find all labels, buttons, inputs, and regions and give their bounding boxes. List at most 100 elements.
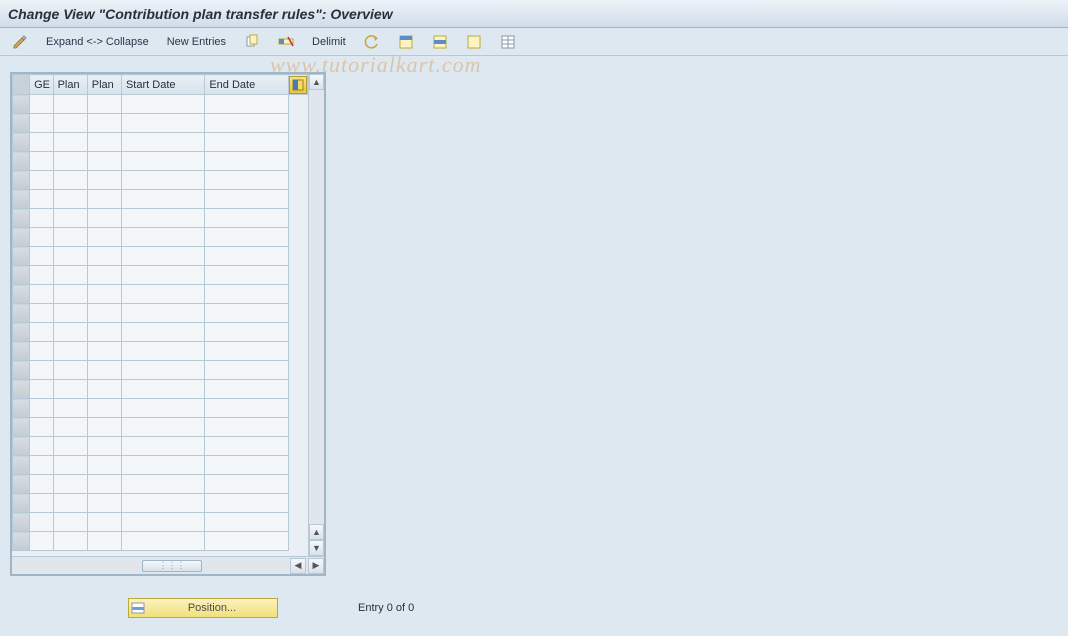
table-cell[interactable] bbox=[121, 171, 204, 190]
table-cell[interactable] bbox=[87, 342, 121, 361]
table-cell[interactable] bbox=[30, 361, 54, 380]
table-cell[interactable] bbox=[121, 209, 204, 228]
table-cell[interactable] bbox=[205, 475, 288, 494]
table-cell[interactable] bbox=[87, 247, 121, 266]
table-cell[interactable] bbox=[121, 456, 204, 475]
row-selector[interactable] bbox=[13, 494, 30, 513]
table-cell[interactable] bbox=[87, 228, 121, 247]
table-cell[interactable] bbox=[53, 342, 87, 361]
table-cell[interactable] bbox=[87, 266, 121, 285]
table-cell[interactable] bbox=[87, 171, 121, 190]
table-cell[interactable] bbox=[205, 247, 288, 266]
row-selector[interactable] bbox=[13, 95, 30, 114]
column-header-start-date[interactable]: Start Date bbox=[121, 75, 204, 95]
table-cell[interactable] bbox=[87, 532, 121, 551]
table-cell[interactable] bbox=[53, 399, 87, 418]
table-cell[interactable] bbox=[121, 437, 204, 456]
select-block-button[interactable] bbox=[428, 32, 452, 52]
table-config-button[interactable] bbox=[496, 32, 520, 52]
table-cell[interactable] bbox=[205, 532, 288, 551]
row-selector[interactable] bbox=[13, 209, 30, 228]
table-row[interactable] bbox=[13, 342, 308, 361]
table-cell[interactable] bbox=[205, 285, 288, 304]
table-cell[interactable] bbox=[30, 532, 54, 551]
table-cell[interactable] bbox=[30, 304, 54, 323]
table-cell[interactable] bbox=[121, 133, 204, 152]
table-cell[interactable] bbox=[121, 399, 204, 418]
table-cell[interactable] bbox=[53, 532, 87, 551]
table-cell[interactable] bbox=[87, 304, 121, 323]
row-selector[interactable] bbox=[13, 456, 30, 475]
table-cell[interactable] bbox=[121, 152, 204, 171]
table-cell[interactable] bbox=[53, 456, 87, 475]
table-cell[interactable] bbox=[30, 152, 54, 171]
position-button[interactable]: Position... bbox=[128, 598, 278, 618]
table-cell[interactable] bbox=[30, 266, 54, 285]
table-row[interactable] bbox=[13, 361, 308, 380]
table-cell[interactable] bbox=[30, 95, 54, 114]
table-cell[interactable] bbox=[121, 361, 204, 380]
table-cell[interactable] bbox=[53, 190, 87, 209]
scroll-right-button[interactable]: ▶ bbox=[308, 558, 324, 574]
row-selector[interactable] bbox=[13, 437, 30, 456]
table-cell[interactable] bbox=[205, 133, 288, 152]
scroll-down-up-button[interactable]: ▲ bbox=[309, 524, 324, 540]
table-row[interactable] bbox=[13, 133, 308, 152]
table-row[interactable] bbox=[13, 152, 308, 171]
table-cell[interactable] bbox=[205, 266, 288, 285]
scroll-up-button[interactable]: ▲ bbox=[309, 74, 324, 90]
table-cell[interactable] bbox=[53, 95, 87, 114]
table-row[interactable] bbox=[13, 475, 308, 494]
row-selector[interactable] bbox=[13, 418, 30, 437]
table-cell[interactable] bbox=[30, 475, 54, 494]
table-cell[interactable] bbox=[53, 171, 87, 190]
table-cell[interactable] bbox=[205, 304, 288, 323]
table-cell[interactable] bbox=[53, 247, 87, 266]
row-selector[interactable] bbox=[13, 114, 30, 133]
row-selector[interactable] bbox=[13, 475, 30, 494]
table-cell[interactable] bbox=[87, 323, 121, 342]
table-cell[interactable] bbox=[205, 171, 288, 190]
table-cell[interactable] bbox=[87, 475, 121, 494]
table-cell[interactable] bbox=[205, 323, 288, 342]
table-row[interactable] bbox=[13, 285, 308, 304]
table-cell[interactable] bbox=[205, 399, 288, 418]
scroll-down-button[interactable]: ▼ bbox=[309, 540, 324, 556]
column-header-plan2[interactable]: Plan bbox=[87, 75, 121, 95]
delete-button[interactable] bbox=[274, 32, 298, 52]
table-cell[interactable] bbox=[121, 418, 204, 437]
table-cell[interactable] bbox=[30, 513, 54, 532]
table-cell[interactable] bbox=[87, 513, 121, 532]
expand-collapse-button[interactable]: Expand <-> Collapse bbox=[42, 32, 153, 52]
row-selector[interactable] bbox=[13, 304, 30, 323]
row-selector[interactable] bbox=[13, 513, 30, 532]
table-cell[interactable] bbox=[53, 513, 87, 532]
table-row[interactable] bbox=[13, 513, 308, 532]
table-cell[interactable] bbox=[205, 209, 288, 228]
table-row[interactable] bbox=[13, 114, 308, 133]
table-cell[interactable] bbox=[53, 285, 87, 304]
table-cell[interactable] bbox=[205, 456, 288, 475]
table-row[interactable] bbox=[13, 228, 308, 247]
table-cell[interactable] bbox=[30, 323, 54, 342]
deselect-all-button[interactable] bbox=[462, 32, 486, 52]
table-cell[interactable] bbox=[30, 380, 54, 399]
scroll-left-button[interactable]: ◀ bbox=[290, 558, 306, 574]
table-cell[interactable] bbox=[205, 361, 288, 380]
row-selector[interactable] bbox=[13, 247, 30, 266]
table-cell[interactable] bbox=[87, 152, 121, 171]
table-cell[interactable] bbox=[121, 114, 204, 133]
row-selector[interactable] bbox=[13, 133, 30, 152]
table-cell[interactable] bbox=[121, 266, 204, 285]
table-cell[interactable] bbox=[53, 380, 87, 399]
row-selector[interactable] bbox=[13, 152, 30, 171]
table-cell[interactable] bbox=[30, 209, 54, 228]
table-cell[interactable] bbox=[30, 171, 54, 190]
table-cell[interactable] bbox=[53, 133, 87, 152]
table-row[interactable] bbox=[13, 532, 308, 551]
table-cell[interactable] bbox=[30, 418, 54, 437]
table-cell[interactable] bbox=[30, 285, 54, 304]
table-cell[interactable] bbox=[121, 285, 204, 304]
table-cell[interactable] bbox=[30, 399, 54, 418]
toggle-display-change-button[interactable] bbox=[8, 32, 32, 52]
